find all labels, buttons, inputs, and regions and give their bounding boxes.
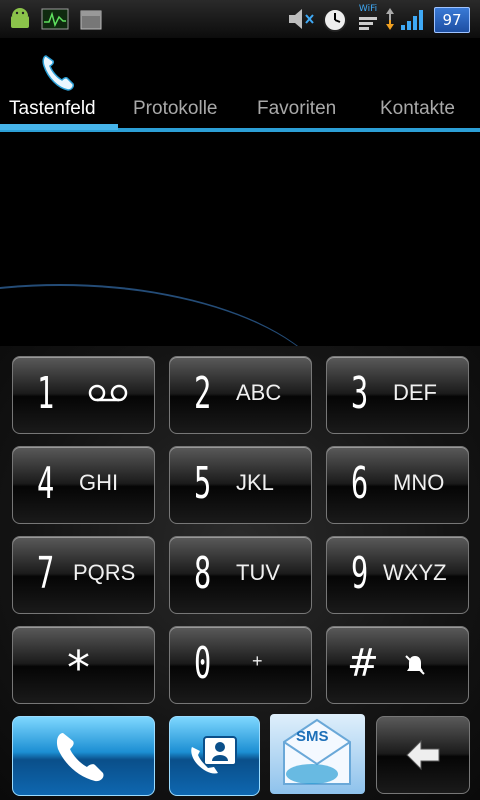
silent-mode-icon bbox=[403, 653, 427, 681]
number-display[interactable] bbox=[0, 134, 480, 346]
video-call-button[interactable] bbox=[169, 716, 260, 796]
key-5[interactable]: 5 JKL bbox=[169, 446, 312, 524]
key-digit: 7 bbox=[37, 548, 55, 599]
data-transfer-icon bbox=[382, 0, 398, 38]
tab-favoriten[interactable]: Favoriten bbox=[257, 98, 336, 128]
key-6[interactable]: 6 MNO bbox=[326, 446, 469, 524]
tab-header: Tastenfeld Protokolle Favoriten Kontakte bbox=[0, 38, 480, 134]
key-letters: DEF bbox=[393, 380, 437, 405]
battery-icon: 97 bbox=[434, 7, 470, 33]
key-0[interactable]: 0 + bbox=[169, 626, 312, 704]
key-digit: * bbox=[67, 641, 90, 695]
battery-level: 97 bbox=[442, 11, 462, 29]
tab-kontakte[interactable]: Kontakte bbox=[380, 98, 455, 128]
key-letters: JKL bbox=[236, 470, 274, 495]
key-letters: + bbox=[252, 651, 263, 671]
activity-monitor-icon bbox=[40, 0, 70, 38]
tab-protokolle[interactable]: Protokolle bbox=[133, 98, 218, 128]
sms-envelope-icon bbox=[283, 718, 351, 785]
key-digit: # bbox=[347, 641, 379, 685]
delete-button[interactable] bbox=[376, 716, 470, 794]
key-letters: PQRS bbox=[73, 560, 136, 585]
key-4[interactable]: 4 GHI bbox=[12, 446, 155, 524]
key-letters: TUV bbox=[236, 560, 280, 585]
active-tab-indicator bbox=[0, 124, 118, 130]
key-letters: GHI bbox=[79, 470, 119, 495]
call-button[interactable] bbox=[12, 716, 155, 796]
phone-icon bbox=[53, 729, 113, 789]
key-letters: WXYZ bbox=[383, 560, 447, 585]
status-bar: WiFi 97 bbox=[0, 0, 480, 39]
key-digit: 3 bbox=[351, 368, 369, 419]
backspace-icon bbox=[405, 739, 441, 775]
android-debug-icon bbox=[6, 0, 34, 38]
key-digit: 0 bbox=[194, 638, 212, 689]
contact-call-icon bbox=[188, 733, 240, 783]
signal-bars-icon bbox=[398, 0, 428, 38]
key-hash[interactable]: # bbox=[326, 626, 469, 704]
dial-keypad: 1 2 ABC 3 DEF 4 GHI 5 JKL 6 MNO 7 PQRS 8… bbox=[0, 346, 480, 800]
speaker-muted-icon bbox=[286, 0, 318, 38]
key-8[interactable]: 8 TUV bbox=[169, 536, 312, 614]
key-digit: 6 bbox=[351, 458, 369, 509]
key-digit: 1 bbox=[37, 368, 55, 419]
key-letters: MNO bbox=[393, 470, 445, 495]
wifi-label: WiFi bbox=[358, 3, 378, 14]
key-star[interactable]: * bbox=[12, 626, 155, 704]
key-2[interactable]: 2 ABC bbox=[169, 356, 312, 434]
key-digit: 4 bbox=[37, 458, 55, 509]
key-digit: 2 bbox=[194, 368, 212, 419]
sms-button[interactable]: SMS bbox=[270, 714, 365, 794]
wifi-icon: WiFi bbox=[354, 0, 382, 38]
key-letters: ABC bbox=[236, 380, 282, 405]
key-digit: 5 bbox=[194, 458, 212, 509]
key-digit: 8 bbox=[194, 548, 212, 599]
alarm-clock-icon bbox=[320, 0, 350, 38]
calendar-icon bbox=[78, 0, 104, 38]
key-digit: 9 bbox=[351, 548, 369, 599]
background-planet-arc bbox=[0, 284, 340, 346]
key-1[interactable]: 1 bbox=[12, 356, 155, 434]
sms-label: SMS bbox=[296, 728, 329, 745]
key-9[interactable]: 9 WXYZ bbox=[326, 536, 469, 614]
phone-app-icon bbox=[40, 52, 76, 92]
key-3[interactable]: 3 DEF bbox=[326, 356, 469, 434]
voicemail-icon bbox=[87, 383, 129, 407]
key-7[interactable]: 7 PQRS bbox=[12, 536, 155, 614]
